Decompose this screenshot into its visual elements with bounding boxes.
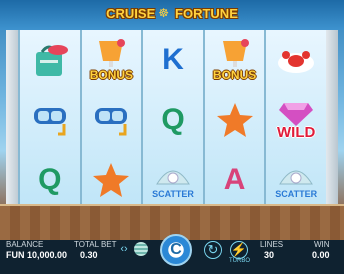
bet-adjust-icon[interactable]: ‹› <box>116 241 132 257</box>
symbol-starfish <box>82 150 142 210</box>
starfish-icon <box>216 103 253 137</box>
lobster-icon <box>278 51 315 73</box>
beach-bag-icon <box>35 45 68 76</box>
balance-value: FUN 10,000.00 <box>6 250 68 260</box>
letter-q: Q <box>161 103 185 136</box>
symbol-beach-bag <box>20 30 80 90</box>
wild-label: WILD <box>277 124 316 141</box>
letter-q: Q <box>38 163 62 196</box>
pearl-shell-icon <box>279 170 314 185</box>
logo-word-2: FORTUNE <box>175 5 238 21</box>
coin-stack-icon[interactable] <box>134 242 148 256</box>
spin-button[interactable]: C <box>160 234 192 266</box>
symbol-diving-mask <box>82 90 142 150</box>
game-logo: CRUISE ☸ FORTUNE <box>106 1 238 25</box>
win-value: 0.00 <box>312 250 330 260</box>
symbol-bonus-cocktail: BONUS <box>205 30 265 90</box>
cocktail-icon <box>99 39 126 67</box>
letter-a: A <box>223 163 246 196</box>
reel-5: WILD SCATTER <box>264 30 326 210</box>
reel-1: Q <box>18 30 80 210</box>
right-deck-rail <box>324 30 338 206</box>
symbol-starfish <box>205 90 265 150</box>
autoplay-icon[interactable]: ↻ <box>204 241 222 259</box>
ship-wheel-icon: ☸ <box>158 6 170 20</box>
symbol-scatter: SCATTER <box>266 150 326 210</box>
turbo-label: TURBO <box>229 258 250 264</box>
win-label: WIN <box>314 240 330 249</box>
scatter-label: SCATTER <box>152 189 194 199</box>
symbol-lobster <box>266 30 326 90</box>
cocktail-icon <box>222 39 249 67</box>
balance-label: BALANCE <box>6 240 44 249</box>
reels-grid: Q BONUS K Q SCATTER BONUS A WILD SCATTER <box>18 30 326 210</box>
letter-k: K <box>162 43 184 76</box>
turbo-icon[interactable]: ⚡ <box>230 241 248 259</box>
bonus-label: BONUS <box>89 68 134 82</box>
lines-value: 30 <box>264 250 275 260</box>
diving-mask-icon <box>95 108 128 136</box>
symbol-bonus-cocktail: BONUS <box>82 30 142 90</box>
starfish-icon <box>93 163 130 197</box>
reel-2: BONUS <box>79 30 142 210</box>
spin-icon: C <box>170 241 182 258</box>
lines-label: LINES <box>260 240 284 249</box>
symbol-q: Q <box>143 90 203 150</box>
diving-mask-icon <box>33 108 66 136</box>
symbol-wild-diamond: WILD <box>266 90 326 150</box>
symbol-diving-mask <box>20 90 80 150</box>
symbol-q: Q <box>20 150 80 210</box>
scatter-label: SCATTER <box>275 189 318 199</box>
logo-word-1: CRUISE <box>106 5 156 21</box>
pearl-shell-icon <box>156 170 190 185</box>
symbol-k: K <box>143 30 203 90</box>
symbol-scatter: SCATTER <box>143 150 203 210</box>
reel-4: BONUS A <box>202 30 265 210</box>
reel-3: K Q SCATTER <box>141 30 203 210</box>
bonus-label: BONUS <box>212 68 257 82</box>
symbol-a: A <box>205 150 265 210</box>
total-bet-label: TOTAL BET <box>74 240 117 249</box>
total-bet-value: 0.30 <box>80 250 98 260</box>
